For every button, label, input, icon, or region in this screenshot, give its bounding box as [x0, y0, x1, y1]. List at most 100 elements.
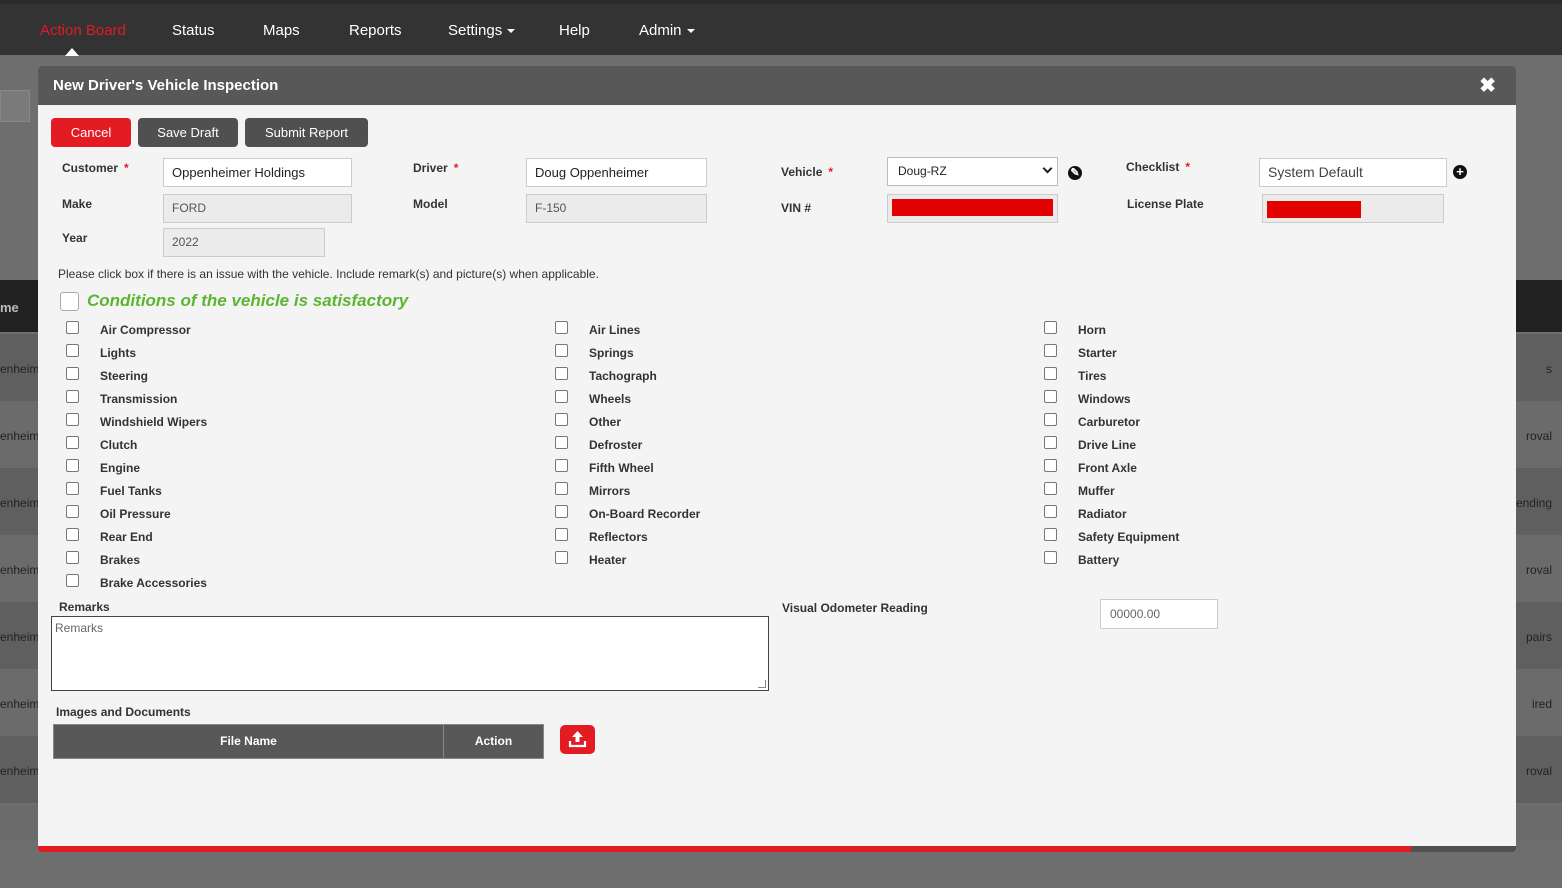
checklist-checkbox[interactable]: [1044, 436, 1057, 449]
background-input: [0, 90, 30, 122]
vehicle-select-value: Doug-RZ: [898, 164, 947, 178]
nav-item-admin[interactable]: Admin: [639, 22, 695, 39]
checklist-item-label: Defroster: [589, 438, 643, 452]
background-row-customer: enheim: [0, 429, 40, 443]
checklist-item-label: Air Compressor: [100, 323, 191, 337]
checklist-checkbox[interactable]: [1044, 344, 1057, 357]
redacted-block: [892, 199, 1053, 216]
cancel-button[interactable]: Cancel: [51, 118, 131, 147]
checklist-item-label: Steering: [100, 369, 149, 383]
submit-report-button[interactable]: Submit Report: [245, 118, 368, 147]
driver-label: Driver *: [413, 161, 459, 175]
checklist-checkbox[interactable]: [1044, 551, 1057, 564]
checklist-item-label: Rear End: [100, 530, 153, 544]
checklist-item-label: Safety Equipment: [1078, 530, 1180, 544]
checklist-checkbox[interactable]: [555, 551, 568, 564]
nav-item-label: Settings: [448, 22, 503, 39]
caret-down-icon: [686, 29, 695, 34]
checklist-item-label: Windshield Wipers: [100, 415, 208, 429]
checklist-item-label: Muffer: [1078, 484, 1115, 498]
nav-item-maps[interactable]: Maps: [263, 22, 300, 39]
satisfactory-checkbox[interactable]: [60, 292, 79, 311]
checklist-item-label: Mirrors: [589, 484, 631, 498]
background-row-status: roval: [1525, 764, 1552, 778]
make-field: FORD: [163, 194, 352, 223]
save-draft-button[interactable]: Save Draft: [138, 118, 238, 147]
checklist-item-label: Other: [589, 415, 622, 429]
license-plate-label: License Plate: [1127, 197, 1204, 211]
checklist-checkbox[interactable]: [1044, 413, 1057, 426]
background-header-label: me: [0, 300, 19, 315]
files-table: File Name Action: [53, 724, 544, 759]
background-row-customer: enheim: [0, 697, 40, 711]
nav-item-label: Help: [559, 22, 590, 39]
checklist-item-label: Transmission: [100, 392, 178, 406]
resize-handle[interactable]: [758, 680, 766, 688]
checklist-checkbox[interactable]: [1044, 321, 1057, 334]
checklist-item-label: Wheels: [589, 392, 632, 406]
checklist-checkbox[interactable]: [1044, 505, 1057, 518]
background-row-customer: enheim: [0, 362, 40, 376]
checklist-checkbox[interactable]: [66, 321, 79, 334]
background-row-status: roval: [1525, 563, 1552, 577]
edit-vehicle-icon[interactable]: ✎: [1068, 166, 1082, 180]
checklist-item-label: Brakes: [100, 553, 141, 567]
checklist-item-label: Front Axle: [1078, 461, 1137, 475]
checklist-checkbox[interactable]: [555, 367, 568, 380]
background-row-status: pairs: [1525, 630, 1552, 644]
nav-item-reports[interactable]: Reports: [349, 22, 402, 39]
checklist-checkbox[interactable]: [66, 482, 79, 495]
checklist-checkbox[interactable]: [555, 528, 568, 541]
checklist-checkbox[interactable]: [555, 436, 568, 449]
nav-item-status[interactable]: Status: [172, 22, 215, 39]
upload-button[interactable]: [560, 725, 595, 754]
checklist-checkbox[interactable]: [66, 574, 79, 587]
vehicle-select[interactable]: Doug-RZ: [887, 157, 1058, 186]
checklist-checkbox[interactable]: [1044, 482, 1057, 495]
checklist-checkbox[interactable]: [66, 505, 79, 518]
inspection-modal: New Driver's Vehicle Inspection ✖ Cancel…: [38, 66, 1516, 852]
close-icon[interactable]: ✖: [1479, 73, 1496, 98]
checklist-checkbox[interactable]: [555, 482, 568, 495]
checklist-checkbox[interactable]: [1044, 459, 1057, 472]
odometer-input[interactable]: 00000.00: [1100, 599, 1218, 629]
customer-field[interactable]: Oppenheimer Holdings: [163, 158, 352, 187]
checklist-field[interactable]: System Default: [1259, 158, 1447, 187]
checklist-checkbox[interactable]: [66, 436, 79, 449]
nav-item-action-board[interactable]: Action Board: [40, 22, 126, 39]
checklist-checkbox[interactable]: [1044, 390, 1057, 403]
nav-item-help[interactable]: Help: [559, 22, 590, 39]
checklist-checkbox[interactable]: [66, 367, 79, 380]
checklist-checkbox[interactable]: [66, 413, 79, 426]
background-row-status: ired: [1531, 697, 1552, 711]
modal-title: New Driver's Vehicle Inspection: [53, 77, 279, 94]
checklist-checkbox[interactable]: [1044, 367, 1057, 380]
nav-item-label: Status: [172, 22, 215, 39]
checklist-checkbox[interactable]: [66, 344, 79, 357]
checklist-checkbox[interactable]: [66, 390, 79, 403]
checklist-checkbox[interactable]: [555, 505, 568, 518]
file-name-header: File Name: [54, 725, 444, 758]
action-header: Action: [474, 734, 513, 748]
modal-header: New Driver's Vehicle Inspection ✖: [38, 66, 1516, 105]
checklist-checkbox[interactable]: [66, 528, 79, 541]
nav-item-settings[interactable]: Settings: [448, 22, 516, 39]
checklist-checkbox[interactable]: [1044, 528, 1057, 541]
checklist-checkbox[interactable]: [555, 459, 568, 472]
vehicle-label: Vehicle *: [781, 165, 834, 179]
remarks-textarea[interactable]: Remarks: [51, 616, 769, 691]
background-row-customer: enheim: [0, 496, 40, 510]
checklist-checkbox[interactable]: [555, 413, 568, 426]
checklist-checkbox[interactable]: [66, 459, 79, 472]
add-checklist-icon[interactable]: +: [1453, 165, 1467, 179]
checklist-checkbox[interactable]: [555, 344, 568, 357]
driver-field[interactable]: Doug Oppenheimer: [526, 158, 707, 187]
chevron-down-icon: [1042, 163, 1053, 174]
checklist-item-label: On-Board Recorder: [589, 507, 701, 521]
vin-field: [887, 194, 1058, 223]
checklist-checkbox[interactable]: [66, 551, 79, 564]
checklist-checkbox[interactable]: [555, 321, 568, 334]
checklist-item-label: Lights: [100, 346, 136, 360]
checklist-checkbox[interactable]: [555, 390, 568, 403]
checklist-item-label: Heater: [589, 553, 627, 567]
